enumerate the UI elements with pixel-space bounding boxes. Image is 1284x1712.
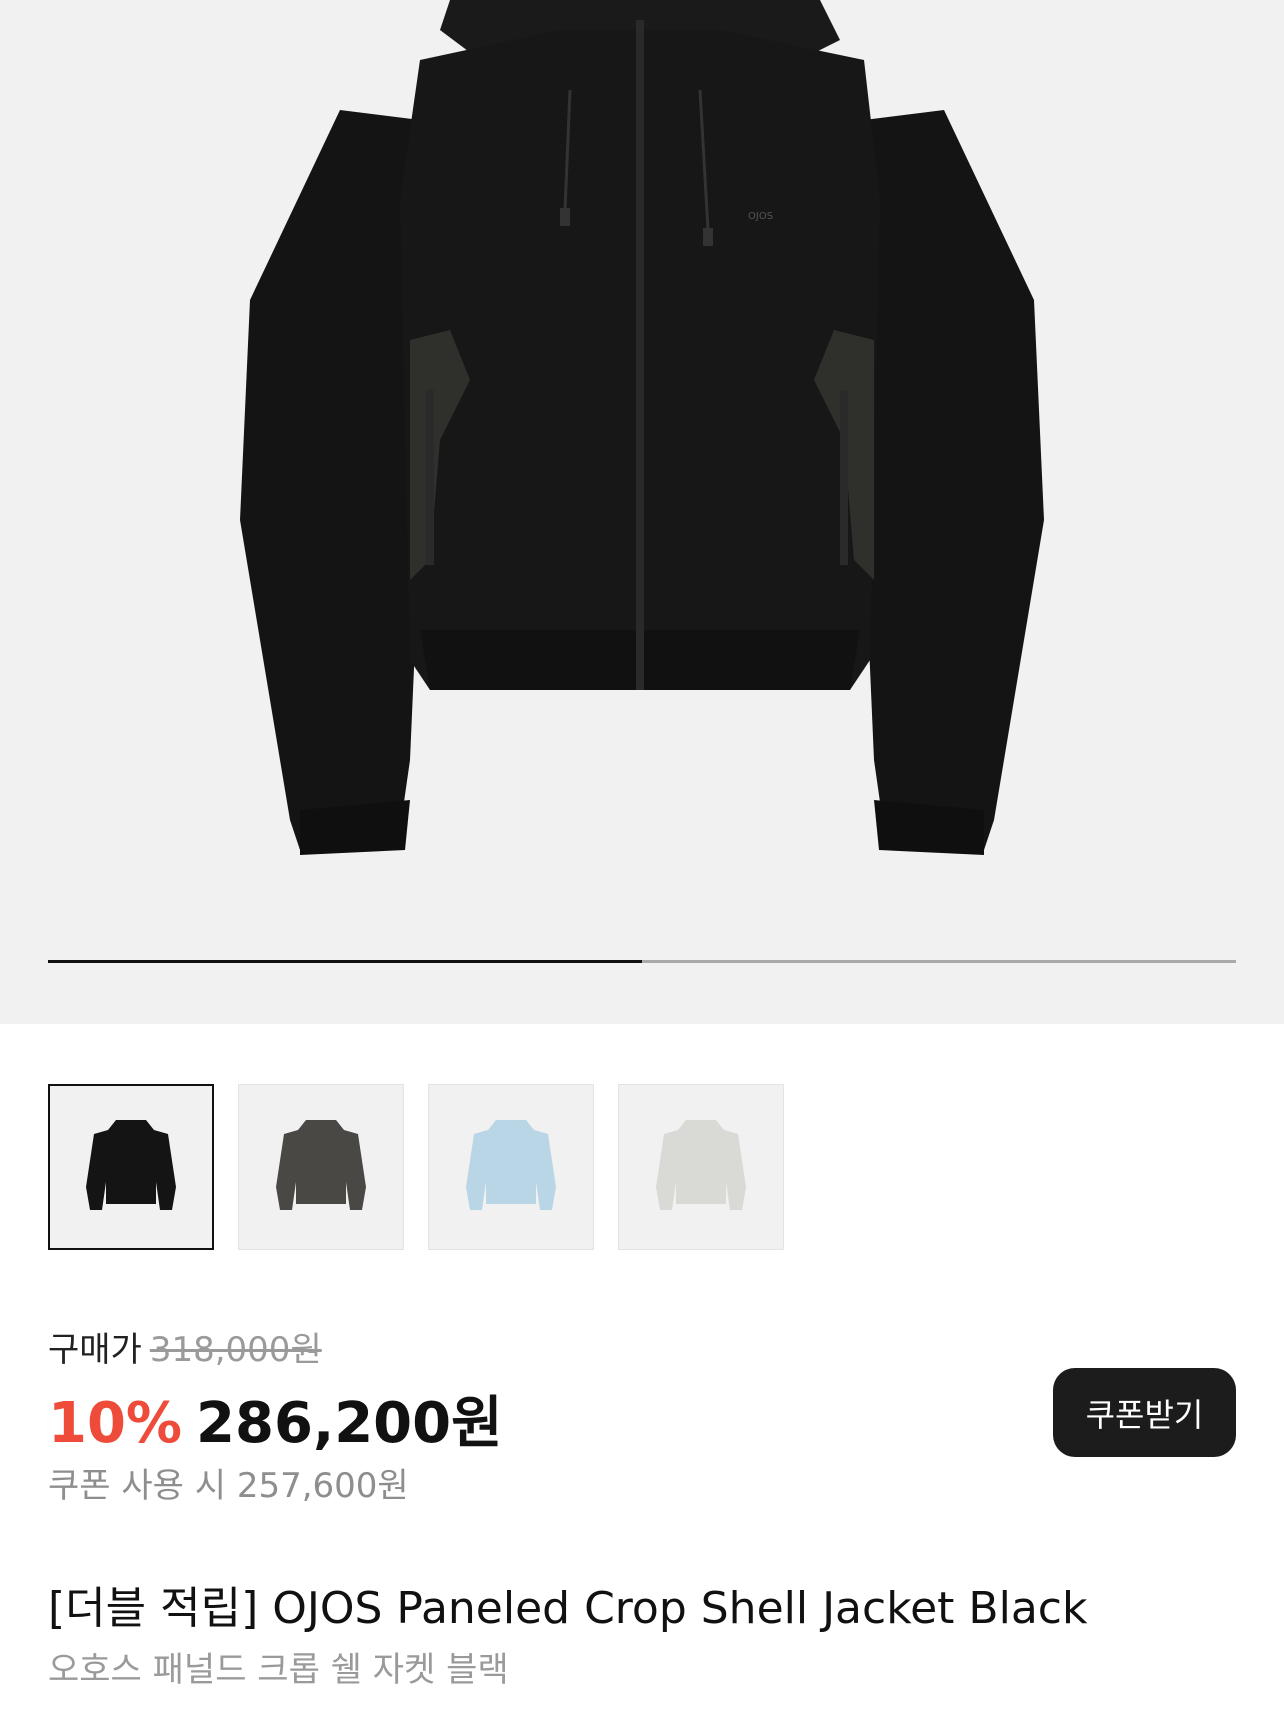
original-price: 318,000원 — [149, 1330, 322, 1370]
sale-price: 286,200원 — [196, 1391, 503, 1456]
sale-price-row: 10% 286,200원 — [48, 1378, 503, 1459]
jacket-main-image: OJOS — [240, 0, 1044, 855]
price-label: 구매가 — [48, 1330, 142, 1370]
jacket-logo-text: OJOS — [748, 211, 773, 222]
jacket-thumbnail-icon — [86, 1120, 176, 1210]
discount-rate: 10% — [48, 1391, 183, 1456]
product-title: [더블 적립] OJOS Paneled Crop Shell Jacket B… — [48, 1583, 1088, 1634]
coupon-price-text: 쿠폰 사용 시 257,600원 — [48, 1466, 409, 1506]
thumbnail-light-grey[interactable] — [618, 1084, 784, 1250]
color-thumbnail-list — [48, 1084, 784, 1252]
product-image-carousel[interactable]: OJOS — [0, 0, 1284, 1024]
jacket-thumbnail-icon — [466, 1120, 556, 1210]
product-subtitle: 오호스 패널드 크롭 쉘 자켓 블랙 — [48, 1650, 509, 1690]
jacket-thumbnail-icon — [656, 1120, 746, 1210]
carousel-progress-fill — [48, 960, 642, 963]
jacket-thumbnail-icon — [276, 1120, 366, 1210]
thumbnail-black[interactable] — [48, 1084, 214, 1250]
carousel-progress-bar — [48, 960, 1236, 963]
price-label-row: 구매가 318,000원 — [48, 1322, 322, 1371]
get-coupon-button[interactable]: 쿠폰받기 — [1053, 1368, 1236, 1457]
thumbnail-charcoal[interactable] — [238, 1084, 404, 1250]
thumbnail-sky-blue[interactable] — [428, 1084, 594, 1250]
